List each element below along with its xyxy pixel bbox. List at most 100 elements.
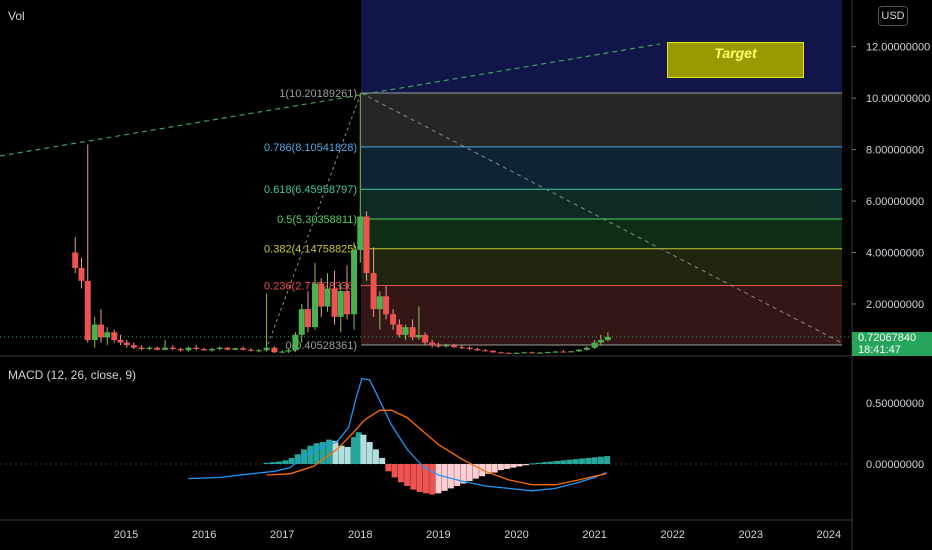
candle-body (513, 352, 520, 354)
candle-body (474, 348, 481, 351)
macd-histogram-bar (579, 458, 586, 464)
price-axis-label: 2.00000000 (866, 299, 924, 311)
candle-body (396, 324, 403, 335)
time-axis-label: 2015 (114, 529, 138, 541)
fib-band (361, 146, 842, 190)
macd-histogram-bar (510, 464, 517, 468)
macd-histogram-bar (385, 464, 392, 472)
candle-body (560, 351, 567, 353)
candle-body (344, 291, 351, 315)
macd-histogram-bar (554, 460, 561, 464)
candle-body (292, 334, 299, 351)
candle-body (130, 345, 137, 348)
candle-body (351, 249, 358, 315)
candle-body (568, 351, 575, 353)
price-chart[interactable]: 1(10.20189261) 0.786(8.10541828) 0.618(6.4… (0, 0, 932, 550)
fib-band (361, 92, 842, 147)
candle-body (357, 216, 364, 250)
candle-body (201, 348, 208, 351)
candle-body (216, 347, 223, 349)
candle-body (177, 348, 184, 351)
candle-body (529, 352, 536, 354)
candle-body (279, 351, 286, 353)
candle-body (72, 252, 79, 268)
candle-body (232, 348, 239, 350)
macd-histogram-bar (547, 461, 554, 464)
candle-body (458, 347, 465, 349)
time-axis-label: 2018 (348, 529, 372, 541)
candle-body (370, 273, 377, 310)
macd-histogram-bar (404, 464, 411, 486)
macd-histogram-bar (585, 457, 592, 464)
time-axis-label: 2024 (817, 529, 841, 541)
candle-body (390, 314, 397, 325)
candle-body (409, 327, 416, 338)
candle-body (123, 342, 130, 346)
fib-band (361, 285, 842, 345)
macd-histogram-bar (604, 456, 611, 464)
candle-body (429, 342, 436, 346)
candle-body (154, 347, 161, 350)
macd-histogram-bar (572, 459, 579, 464)
macd-histogram-bar (313, 443, 320, 464)
macd-histogram-bar (566, 459, 573, 464)
macd-indicator-label[interactable]: MACD (12, 26, close, 9) (8, 368, 136, 382)
candle-body (84, 280, 91, 340)
candle-body (337, 291, 344, 317)
macd-histogram-bar (282, 460, 289, 464)
macd-histogram-bar (372, 449, 379, 464)
macd-histogram-bar (344, 446, 351, 464)
vol-indicator-label[interactable]: Vol (8, 9, 25, 23)
candle-body (383, 296, 390, 315)
candle-body (224, 347, 231, 350)
macd-histogram-bar (560, 460, 567, 464)
candle-body (591, 342, 598, 348)
candle-body (505, 352, 512, 354)
candle-body (146, 347, 153, 349)
price-axis-label: 6.00000000 (866, 196, 924, 208)
candle-body (111, 332, 118, 340)
candle-body (415, 334, 422, 338)
fib-level-label: 0.618(6.45958797) (264, 184, 357, 196)
price-axis-label: 12.00000000 (866, 42, 930, 54)
candle-body (536, 352, 543, 354)
candle-body (91, 324, 98, 340)
candle-body (521, 352, 528, 354)
candle-body (422, 334, 429, 343)
target-annotation[interactable]: Target (667, 42, 804, 78)
time-axis-label: 2023 (739, 529, 763, 541)
candle-body (604, 336, 611, 340)
fib-level-label: 1(10.20189261) (279, 88, 357, 100)
candle-body (255, 350, 262, 352)
time-axis-label: 2017 (270, 529, 294, 541)
macd-histogram-bar (263, 462, 270, 464)
macd-histogram-bar (516, 464, 523, 467)
last-price-value: 0.72067840 (858, 332, 917, 344)
macd-histogram-bar (491, 464, 498, 473)
candle-body (552, 351, 559, 353)
fib-band (361, 189, 842, 219)
price-axis-label: 8.00000000 (866, 145, 924, 157)
macd-histogram-bar (454, 464, 461, 486)
macd-histogram-bar (522, 464, 529, 466)
macd-histogram-bar (504, 464, 511, 469)
macd-histogram-bar (466, 464, 473, 482)
macd-histogram-bar (397, 464, 404, 483)
macd-histogram-bar (497, 464, 504, 471)
macd-histogram-bar (391, 464, 398, 478)
fib-level-label: 0.5(5.30358811) (277, 214, 357, 226)
macd-histogram-bar (416, 464, 423, 493)
macd-histogram-bar (366, 442, 373, 464)
macd-histogram-bar (447, 464, 454, 489)
macd-histogram-bar (597, 456, 604, 464)
macd-histogram-bar (269, 462, 276, 464)
candle-body (466, 347, 473, 349)
macd-histogram-bar (360, 434, 367, 464)
candle-body (363, 216, 370, 274)
currency-button[interactable]: USD (878, 6, 908, 26)
macd-histogram-bar (535, 462, 542, 464)
macd-histogram-bar (276, 461, 283, 464)
candle-body (98, 324, 105, 338)
price-axis-label: 10.00000000 (866, 93, 930, 105)
candle-body (138, 347, 145, 349)
